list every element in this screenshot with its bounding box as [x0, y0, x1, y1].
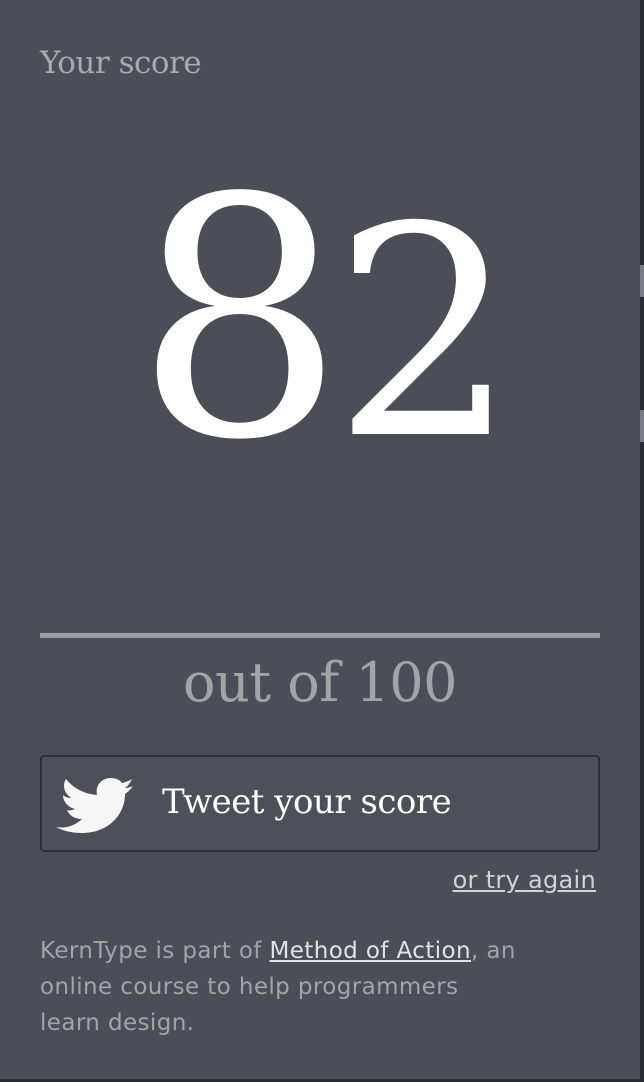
twitter-bird-icon	[56, 778, 133, 833]
scrollbar-marker	[640, 265, 644, 297]
score-digit-ones: 2	[332, 166, 517, 503]
tweet-button-label: Tweet your score	[162, 782, 452, 822]
score-digit-tens: 8	[134, 128, 345, 512]
footer-suffix: , an	[470, 938, 516, 964]
footer-line-2: online course to help programmers	[40, 974, 459, 1000]
tweet-score-button[interactable]: Tweet your score	[40, 755, 600, 852]
method-of-action-link[interactable]: Method of Action	[270, 938, 471, 964]
footer-line-3: learn design.	[40, 1010, 195, 1036]
try-again-link[interactable]: or try again	[453, 866, 596, 895]
score-panel: Your score 82 out of 100 Tweet your scor…	[0, 0, 640, 1082]
scrollbar-track	[640, 0, 644, 1082]
score-heading: Your score	[40, 45, 202, 81]
scrollbar-marker	[640, 410, 644, 442]
footer-prefix: KernType is part of	[40, 938, 270, 964]
footer-text: KernType is part of Method of Action, an…	[40, 933, 580, 1041]
score-max-label: out of 100	[183, 651, 457, 714]
score-divider	[40, 633, 600, 638]
score-value: 82	[0, 155, 640, 485]
